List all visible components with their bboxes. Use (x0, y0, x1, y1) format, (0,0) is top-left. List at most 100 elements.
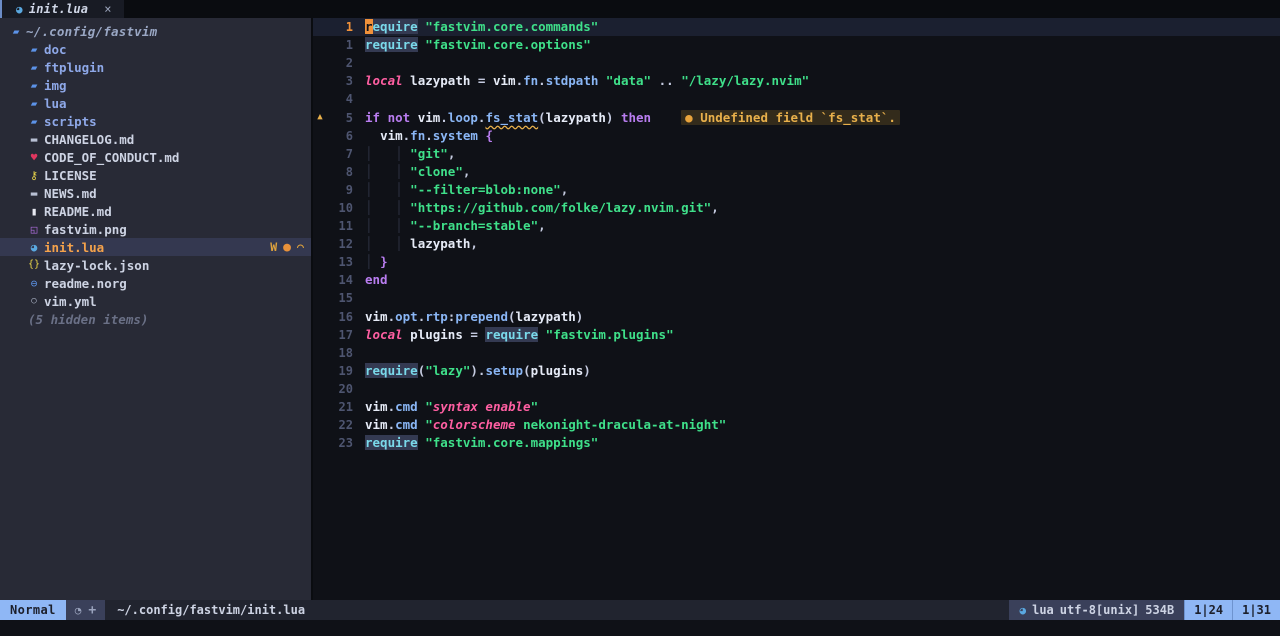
code-text: require "fastvim.core.mappings" (365, 435, 599, 451)
tabline: ◕ init.lua × (0, 0, 1280, 18)
code-line[interactable]: 12 │ │ lazypath, (313, 235, 1280, 253)
code-text: require "fastvim.core.commands" (365, 19, 599, 35)
markdown-icon: ▬ (30, 132, 38, 146)
code-editor[interactable]: 1 require "fastvim.core.commands" 1 requ… (313, 18, 1280, 600)
code-text: vim.cmd "syntax enable" (365, 399, 539, 415)
code-text: │ │ lazypath, (365, 236, 478, 252)
lua-file-icon: ◕ (30, 240, 38, 254)
code-line[interactable]: 10 │ │ "https://github.com/folke/lazy.nv… (313, 199, 1280, 217)
code-line[interactable]: 7 │ │ "git", (313, 145, 1280, 163)
tree-item-label: README.md (44, 203, 112, 219)
tree-item-img[interactable]: ▰ img (0, 76, 311, 94)
code-line[interactable]: 19 require("lazy").setup(plugins) (313, 362, 1280, 380)
code-text: │ │ "--filter=blob:none", (365, 181, 569, 197)
tree-item-label: CHANGELOG.md (44, 131, 135, 147)
tree-item-scripts[interactable]: ▰ scripts (0, 112, 311, 130)
tree-root-label: ~/.config/fastvim (26, 23, 158, 39)
tree-item-readme-md[interactable]: ▮ README.md (0, 202, 311, 220)
truncated-glyph: ◠ (297, 240, 304, 254)
tree-hidden-items[interactable]: (5 hidden items) (0, 310, 311, 328)
file-info[interactable]: ◕ lua utf-8[unix] 534B (1009, 600, 1185, 620)
tree-item-license[interactable]: ⚷ LICENSE (0, 166, 311, 184)
code-line[interactable]: 11 │ │ "--branch=stable", (313, 217, 1280, 235)
clock-icon: ◔ (74, 603, 82, 617)
line-number: 8 (345, 164, 353, 179)
code-text: │ } (365, 254, 388, 270)
tree-item-changelog-md[interactable]: ▬ CHANGELOG.md (0, 130, 311, 148)
book-icon: ▮ (30, 204, 38, 218)
line-number: 19 (338, 363, 353, 378)
code-line[interactable]: 17 local plugins = require "fastvim.plug… (313, 326, 1280, 344)
code-text: │ │ "clone", (365, 163, 471, 179)
mode-indicator[interactable]: Normal (0, 600, 66, 620)
tree-root[interactable]: ▰ ~/.config/fastvim (0, 22, 311, 40)
bottom-filler (0, 620, 1280, 636)
folder-icon: ▰ (30, 96, 38, 110)
line-number: 7 (345, 146, 353, 161)
code-line[interactable]: 23 require "fastvim.core.mappings" (313, 434, 1280, 452)
code-line[interactable]: 2 (313, 54, 1280, 72)
tree-item-label: fastvim.png (44, 221, 127, 237)
tree-item-code-of-conduct-md[interactable]: ♥ CODE_OF_CONDUCT.md (0, 148, 311, 166)
tree-item-label: LICENSE (44, 167, 97, 183)
folder-icon: ▰ (30, 42, 38, 56)
code-line[interactable]: 21 vim.cmd "syntax enable" (313, 398, 1280, 416)
code-line[interactable]: 16 vim.opt.rtp:prepend(lazypath) (313, 308, 1280, 326)
tree-item-init-lua[interactable]: ◕ init.lua W ● ◠ (0, 238, 311, 256)
tree-item-label: init.lua (44, 239, 105, 255)
warning-sign-icon: ▲ (317, 112, 323, 123)
tree-item-doc[interactable]: ▰ doc (0, 40, 311, 58)
code-line[interactable]: 4 (313, 90, 1280, 108)
tree-item-label: readme.norg (44, 275, 127, 291)
tree-item-label: img (44, 77, 67, 93)
hidden-items-label: (5 hidden items) (28, 311, 149, 327)
tree-item-news-md[interactable]: ▬ NEWS.md (0, 184, 311, 202)
line-number: 9 (345, 182, 353, 197)
tree-item-label: doc (44, 41, 67, 57)
code-line[interactable]: 15 (313, 289, 1280, 307)
line-number: 23 (338, 436, 353, 451)
code-line[interactable]: 1 require "fastvim.core.commands" (313, 18, 1280, 37)
modified-dot-icon: ● (283, 239, 291, 255)
line-number: 5 (345, 110, 353, 125)
yaml-icon: ○ (31, 295, 37, 306)
tab-init-lua[interactable]: ◕ init.lua × (2, 0, 124, 18)
code-line[interactable]: 8 │ │ "clone", (313, 163, 1280, 181)
markdown-icon: ▬ (30, 186, 38, 200)
tree-item-readme-norg[interactable]: ⊖ readme.norg (0, 274, 311, 292)
code-line[interactable]: 20 (313, 380, 1280, 398)
code-text: │ │ "--branch=stable", (365, 218, 546, 234)
close-icon[interactable]: × (104, 2, 111, 16)
file-explorer[interactable]: ▰ ~/.config/fastvim ▰ doc ▰ ftplugin ▰ i… (0, 18, 311, 600)
code-line[interactable]: 6 vim.fn.system { (313, 127, 1280, 145)
tree-item-label: NEWS.md (44, 185, 97, 201)
code-line[interactable]: ▲ 5 if not vim.loop.fs_stat(lazypath) th… (313, 108, 1280, 126)
filesize-label: 534B (1145, 603, 1175, 617)
tree-item-label: lua (44, 95, 67, 111)
code-line[interactable]: 22 vim.cmd "colorscheme nekonight-dracul… (313, 416, 1280, 434)
line-number: 10 (338, 200, 353, 215)
git-status[interactable]: ◔ + (65, 600, 106, 620)
folder-icon: ▰ (30, 78, 38, 92)
code-text: require("lazy").setup(plugins) (365, 362, 591, 378)
code-line[interactable]: 18 (313, 344, 1280, 362)
tabline-filler (123, 0, 1280, 18)
code-text: vim.fn.system { (380, 127, 493, 143)
code-line[interactable]: 1 require "fastvim.core.options" (313, 36, 1280, 54)
line-number: 15 (338, 291, 353, 306)
code-line[interactable]: 14 end (313, 271, 1280, 289)
code-text: local plugins = require "fastvim.plugins… (365, 326, 674, 342)
tree-item-lazy-lock-json[interactable]: {} lazy-lock.json (0, 256, 311, 274)
line-number: 2 (345, 56, 353, 71)
code-line[interactable]: 13 │ } (313, 253, 1280, 271)
tree-item-label: scripts (44, 113, 97, 129)
tree-item-ftplugin[interactable]: ▰ ftplugin (0, 58, 311, 76)
tree-item-vim-yml[interactable]: ○ vim.yml (0, 292, 311, 310)
tree-item-lua[interactable]: ▰ lua (0, 94, 311, 112)
image-icon: ◱ (30, 222, 38, 236)
code-line[interactable]: 9 │ │ "--filter=blob:none", (313, 181, 1280, 199)
line-number: 3 (345, 74, 353, 89)
code-line[interactable]: 3 local lazypath = vim.fn.stdpath "data"… (313, 72, 1280, 90)
tree-item-fastvim-png[interactable]: ◱ fastvim.png (0, 220, 311, 238)
folder-icon: ▰ (30, 114, 38, 128)
